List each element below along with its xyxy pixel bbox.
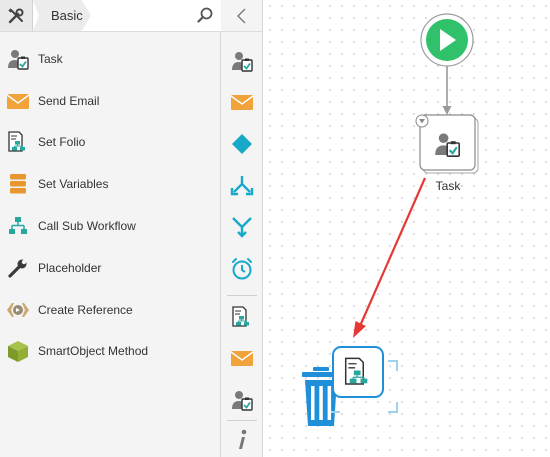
toolbox-item-set-variables[interactable]: Set Variables xyxy=(0,163,221,205)
email-icon xyxy=(6,89,30,113)
toolbox-item-placeholder[interactable]: Placeholder xyxy=(0,247,221,289)
email-icon xyxy=(230,351,254,366)
split-icon xyxy=(230,176,254,196)
tools-icon xyxy=(8,7,24,23)
chevron-left-icon xyxy=(236,8,245,23)
info-button[interactable] xyxy=(229,427,255,453)
strip-folio-button[interactable] xyxy=(229,304,255,330)
dragged-folio-node[interactable] xyxy=(332,346,384,398)
toolbox-item-label: Set Folio xyxy=(38,135,86,150)
timer-icon xyxy=(232,258,252,280)
strip-decision-button[interactable] xyxy=(229,131,255,157)
variables-icon xyxy=(6,172,30,196)
toolbox-item-label: Task xyxy=(38,51,63,66)
strip-divider xyxy=(227,295,257,296)
task-icon xyxy=(6,47,30,71)
info-icon xyxy=(239,429,247,449)
toolbox-item-task[interactable]: Task xyxy=(0,38,221,80)
task-node[interactable] xyxy=(415,114,479,174)
sub-workflow-icon xyxy=(6,214,30,238)
strip-email-button-2[interactable] xyxy=(229,345,255,371)
toolbox-icon-strip xyxy=(221,0,263,457)
breadcrumb-label: Basic xyxy=(51,8,83,23)
search-button[interactable] xyxy=(195,5,215,25)
toolbox-item-label: Send Email xyxy=(38,93,100,108)
email-icon xyxy=(230,95,254,110)
strip-email-button[interactable] xyxy=(229,89,255,115)
task-icon xyxy=(232,391,253,411)
strip-merge-button[interactable] xyxy=(229,214,255,240)
tools-button[interactable] xyxy=(0,0,33,31)
toolbox-item-call-sub-workflow[interactable]: Call Sub Workflow xyxy=(0,205,221,247)
toolbox-item-label: Placeholder xyxy=(38,260,102,275)
toolbox-item-label: Create Reference xyxy=(38,302,133,317)
strip-split-button[interactable] xyxy=(229,173,255,199)
task-node-label: Task xyxy=(435,179,461,193)
toolbox-item-set-folio[interactable]: Set Folio xyxy=(0,122,221,164)
toolbox-panel: Basic Task Send Email Set Folio Set Vari… xyxy=(0,0,221,457)
folio-icon xyxy=(232,306,249,327)
toolbox-item-label: Set Variables xyxy=(38,177,109,192)
smartobject-icon xyxy=(6,339,30,363)
toolbox-item-smartobject-method[interactable]: SmartObject Method xyxy=(0,331,221,373)
toolbox-header: Basic xyxy=(0,0,221,32)
reference-icon xyxy=(6,298,30,322)
folio-icon xyxy=(6,130,30,154)
toolbox-item-send-email[interactable]: Send Email xyxy=(0,80,221,122)
strip-divider xyxy=(227,420,257,421)
wrench-icon xyxy=(6,256,30,280)
collapse-button[interactable] xyxy=(221,0,262,32)
decision-icon xyxy=(232,134,252,154)
toolbox-item-create-reference[interactable]: Create Reference xyxy=(0,289,221,331)
strip-task-button-2[interactable] xyxy=(229,387,255,413)
strip-timer-button[interactable] xyxy=(229,256,255,282)
search-icon xyxy=(197,7,213,23)
start-node[interactable] xyxy=(420,13,474,67)
toolbox-item-label: Call Sub Workflow xyxy=(38,219,136,234)
task-icon xyxy=(232,52,253,72)
strip-task-button[interactable] xyxy=(229,48,255,74)
toolbox-list: Task Send Email Set Folio Set Variables … xyxy=(0,38,221,372)
toolbox-item-label: SmartObject Method xyxy=(38,344,149,359)
merge-icon xyxy=(232,217,252,238)
